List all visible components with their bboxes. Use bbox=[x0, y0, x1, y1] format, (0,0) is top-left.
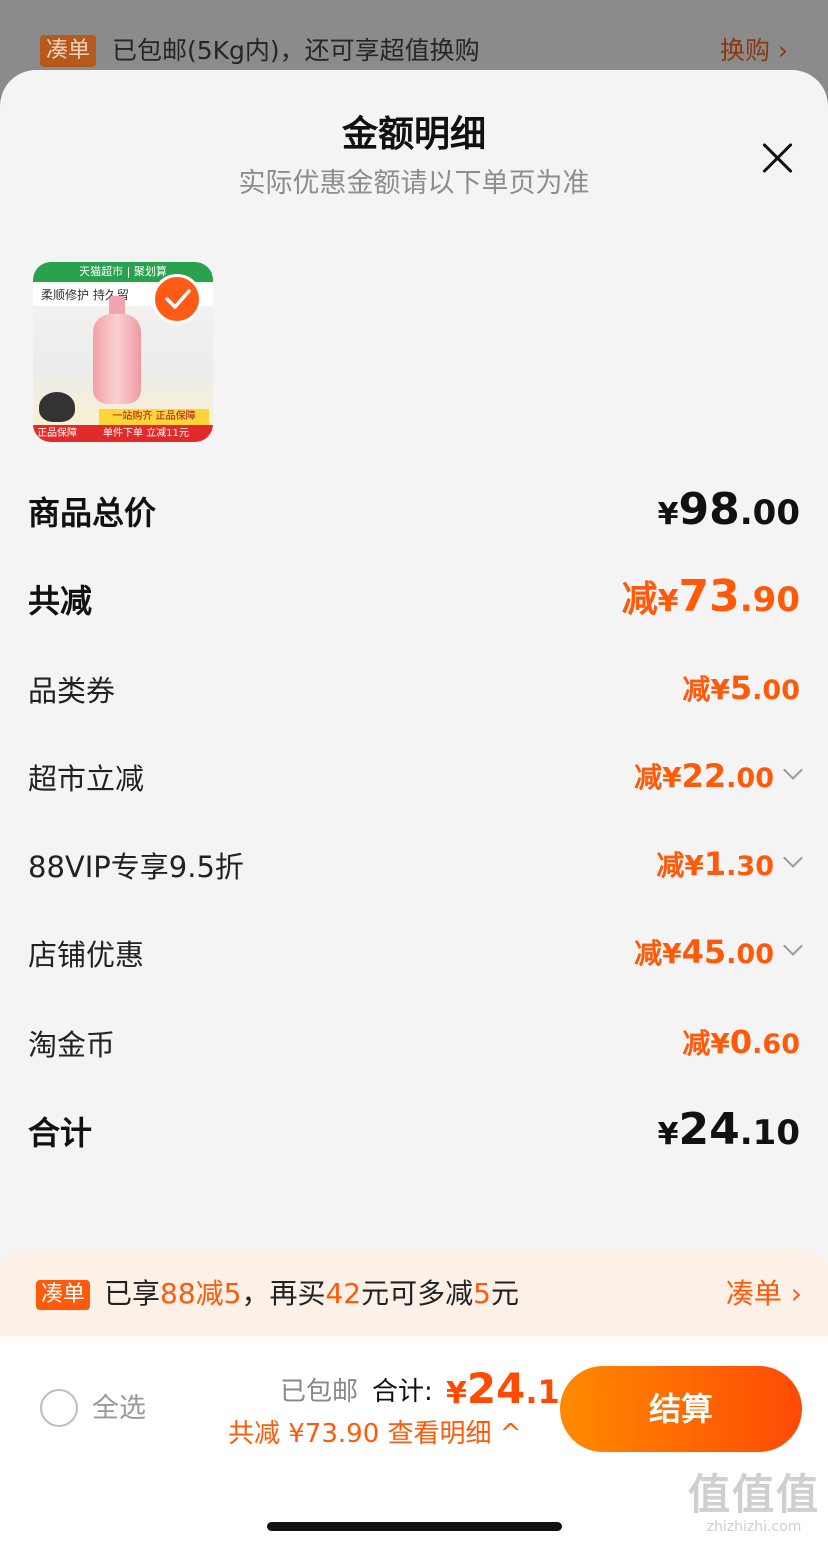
promo-bar: 凑单 已享88减5，再买42元可多减5元 凑单 › bbox=[0, 1250, 828, 1336]
row-value: 减¥73.90 bbox=[622, 570, 800, 622]
promo-highlight: 5 bbox=[473, 1277, 491, 1310]
promo-text-part: 元可多减 bbox=[361, 1277, 474, 1310]
amount-dec: .90 bbox=[739, 580, 800, 620]
total-value: ¥24.1 bbox=[446, 1364, 560, 1423]
sheet-title: 金额明细 bbox=[341, 114, 486, 155]
chevron-down-icon[interactable] bbox=[783, 848, 803, 868]
close-icon[interactable] bbox=[760, 140, 796, 176]
promo-highlight: 42 bbox=[325, 1277, 362, 1310]
watermark-logo: 值值值 bbox=[687, 1470, 820, 1519]
yen-symbol: ¥ bbox=[657, 584, 679, 619]
discount-prefix: 减 bbox=[621, 579, 658, 620]
row-label: 超市立减 bbox=[28, 762, 145, 796]
row-label: 商品总价 bbox=[28, 494, 157, 532]
watermark-url: zhizhizhi.com bbox=[706, 1519, 802, 1535]
yen-symbol: ¥ bbox=[710, 1027, 730, 1060]
amount-dec: .00 bbox=[726, 939, 774, 970]
row-value: 减¥45.00 bbox=[634, 932, 803, 972]
discount-prefix: 减 bbox=[634, 937, 663, 970]
product-guarantee: 正品保障 bbox=[37, 428, 77, 439]
promo-add-items-link[interactable]: 凑单 › bbox=[726, 1276, 802, 1312]
row-total-price: 商品总价 ¥98.00 bbox=[28, 484, 800, 536]
row-label: 88VIP专享9.5折 bbox=[28, 850, 244, 884]
promo-text-part: ，再买 bbox=[241, 1277, 326, 1310]
yen-symbol: ¥ bbox=[657, 1117, 679, 1152]
amount-dec: .10 bbox=[739, 1113, 800, 1153]
discount-prefix: 减 bbox=[634, 761, 663, 794]
chevron-down-icon[interactable] bbox=[783, 936, 803, 956]
watermark: 值值值 zhizhizhi.com bbox=[687, 1470, 820, 1536]
row-total-discount: 共减 减¥73.90 bbox=[28, 571, 800, 624]
row-label: 店铺优惠 bbox=[28, 938, 145, 972]
amount-int: 1 bbox=[703, 845, 727, 883]
amount-dec: .00 bbox=[739, 493, 800, 533]
amount-dec: .00 bbox=[726, 763, 774, 794]
amount-int: 24 bbox=[466, 1364, 526, 1413]
discount-prefix: 减 bbox=[682, 673, 711, 706]
discount-prefix: 减 bbox=[682, 1027, 711, 1060]
row-value: 减¥5.00 bbox=[682, 668, 800, 708]
row-supermarket-cut[interactable]: 超市立减 减¥22.00 bbox=[28, 756, 803, 798]
row-store-discount[interactable]: 店铺优惠 减¥45.00 bbox=[28, 932, 803, 974]
background-text: 已包邮(5Kg内)，还可享超值换购 bbox=[112, 36, 480, 65]
select-all-label[interactable]: 全选 bbox=[92, 1391, 146, 1427]
row-label: 共减 bbox=[28, 582, 93, 620]
product-strip-yellow: 一站购齐 正品保障 bbox=[99, 409, 209, 425]
amount-int: 22 bbox=[681, 757, 727, 795]
discount-prefix: 减 bbox=[656, 849, 685, 882]
amount-dec: .00 bbox=[752, 675, 800, 706]
amount-int: 98 bbox=[678, 484, 740, 535]
yen-symbol: ¥ bbox=[662, 761, 682, 794]
background-action: 换购 › bbox=[720, 36, 788, 65]
background-tag: 凑单 bbox=[40, 35, 97, 67]
sheet-subtitle: 实际优惠金额请以下单页为准 bbox=[238, 168, 590, 199]
amount-int: 73 bbox=[678, 571, 740, 622]
total-label: 合计: bbox=[372, 1377, 433, 1407]
row-value: 减¥0.60 bbox=[682, 1022, 800, 1062]
yen-symbol: ¥ bbox=[684, 849, 704, 882]
row-category-coupon: 品类券 减¥5.00 bbox=[28, 668, 800, 710]
row-label: 合计 bbox=[28, 1114, 93, 1152]
row-label: 淘金币 bbox=[28, 1028, 116, 1062]
row-coins: 淘金币 减¥0.60 bbox=[28, 1022, 800, 1064]
amount-int: 45 bbox=[681, 933, 727, 971]
row-value: ¥98.00 bbox=[658, 484, 800, 535]
promo-tag: 凑单 bbox=[36, 1280, 91, 1310]
row-sum: 合计 ¥24.10 bbox=[28, 1104, 800, 1156]
amount-dec: .30 bbox=[726, 851, 774, 882]
promo-text-part: 已享 bbox=[104, 1277, 161, 1310]
bottle-shape bbox=[93, 314, 141, 404]
row-value: 减¥22.00 bbox=[634, 756, 803, 796]
promo-text-part: 元 bbox=[490, 1277, 519, 1310]
row-vip-discount[interactable]: 88VIP专享9.5折 减¥1.30 bbox=[28, 844, 803, 886]
view-details-link[interactable]: 共减 ¥73.90 查看明细 ^ bbox=[228, 1416, 522, 1452]
promo-text: 已享88减5，再买42元可多减5元 bbox=[104, 1276, 519, 1312]
yen-symbol: ¥ bbox=[657, 497, 679, 532]
yen-symbol: ¥ bbox=[710, 673, 730, 706]
shipping-status: 已包邮 bbox=[280, 1377, 359, 1407]
home-indicator bbox=[267, 1522, 562, 1531]
amount-dec: .60 bbox=[752, 1029, 800, 1060]
amount-int: 5 bbox=[729, 669, 753, 707]
chevron-down-icon[interactable] bbox=[783, 760, 803, 780]
checkout-button[interactable]: 结算 bbox=[560, 1366, 802, 1452]
row-value: 减¥1.30 bbox=[656, 844, 803, 884]
row-value: ¥24.10 bbox=[658, 1104, 800, 1155]
row-label: 品类券 bbox=[28, 674, 116, 708]
yen-symbol: ¥ bbox=[662, 937, 682, 970]
amount-dec: .1 bbox=[525, 1373, 560, 1411]
amount-int: 0 bbox=[729, 1023, 753, 1061]
amount-int: 24 bbox=[678, 1104, 740, 1155]
yen-symbol: ¥ bbox=[446, 1376, 467, 1411]
checkmark-icon[interactable] bbox=[152, 274, 202, 324]
promo-highlight: 88减5 bbox=[160, 1277, 242, 1310]
mascot-icon bbox=[39, 392, 75, 422]
select-all-radio[interactable] bbox=[40, 1389, 78, 1427]
